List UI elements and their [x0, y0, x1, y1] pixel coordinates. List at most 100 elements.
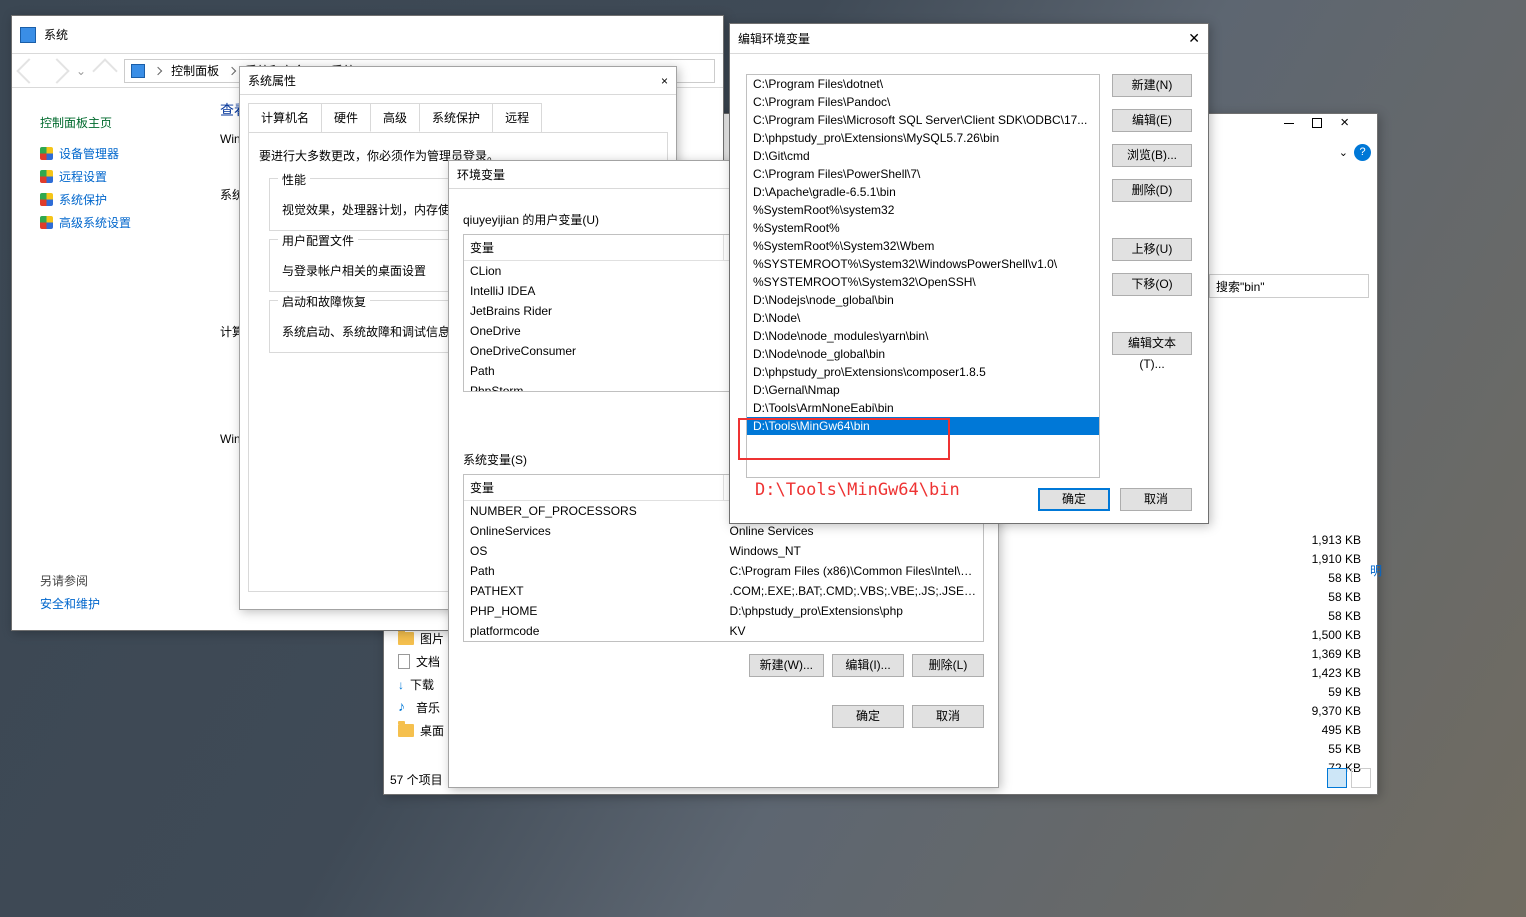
file-size: 1,500 KB: [1271, 628, 1361, 647]
new-button[interactable]: 新建(W)...: [749, 654, 824, 677]
file-size: 58 KB: [1271, 609, 1361, 628]
list-item[interactable]: D:\Node\: [747, 309, 1099, 327]
file-size: 1,910 KB: [1271, 552, 1361, 571]
tab-2[interactable]: 高级: [370, 103, 420, 132]
list-item[interactable]: D:\Apache\gradle-6.5.1\bin: [747, 183, 1099, 201]
cancel-button[interactable]: 取消: [1120, 488, 1192, 511]
list-item[interactable]: C:\Program Files\Microsoft SQL Server\Cl…: [747, 111, 1099, 129]
system-icon: [20, 27, 36, 43]
crumb[interactable]: 控制面板: [171, 62, 219, 79]
cancel-button[interactable]: 取消: [912, 705, 984, 728]
list-item[interactable]: %SYSTEMROOT%\System32\OpenSSH\: [747, 273, 1099, 291]
file-size: 1,913 KB: [1271, 533, 1361, 552]
help-icon[interactable]: ?: [1354, 144, 1371, 161]
tab-4[interactable]: 远程: [492, 103, 542, 132]
file-size: 495 KB: [1271, 723, 1361, 742]
window-controls: ×: [1284, 118, 1373, 128]
extra-tab[interactable]: 明: [1370, 562, 1382, 579]
footer-link[interactable]: 安全和维护: [40, 595, 100, 612]
shield-icon: [40, 193, 53, 206]
up-icon[interactable]: [92, 58, 117, 83]
file-size: 72 KB: [1271, 761, 1361, 780]
music-icon: ♪: [398, 700, 410, 715]
close-icon[interactable]: ×: [1340, 118, 1349, 128]
view-toggle: [1327, 768, 1371, 788]
window-header: 系统: [12, 16, 723, 54]
pc-icon: [131, 64, 145, 78]
edit-button[interactable]: 编辑(I)...: [832, 654, 904, 677]
list-item[interactable]: %SystemRoot%: [747, 219, 1099, 237]
list-item[interactable]: %SystemRoot%\System32\Wbem: [747, 237, 1099, 255]
table-row[interactable]: PHP_HOMED:\phpstudy_pro\Extensions\php: [464, 601, 983, 621]
forward-icon[interactable]: [44, 58, 69, 83]
window-title: 系统: [44, 26, 68, 43]
browse-button[interactable]: 浏览(B)...: [1112, 144, 1192, 167]
col-var[interactable]: 变量: [464, 475, 724, 500]
list-item[interactable]: C:\Program Files\PowerShell\7\: [747, 165, 1099, 183]
side-link[interactable]: 设备管理器: [40, 145, 212, 162]
minimize-icon[interactable]: [1284, 123, 1294, 124]
back-icon[interactable]: [16, 58, 41, 83]
maximize-icon[interactable]: [1312, 118, 1322, 128]
tab-0[interactable]: 计算机名: [248, 103, 322, 132]
tabs: 计算机名硬件高级系统保护远程: [240, 95, 676, 132]
file-size: 58 KB: [1271, 590, 1361, 609]
delete-button[interactable]: 删除(L): [912, 654, 984, 677]
table-row[interactable]: platformcodeKV: [464, 621, 983, 641]
file-size: 58 KB: [1271, 571, 1361, 590]
col-var[interactable]: 变量: [464, 235, 724, 260]
list-item[interactable]: C:\Program Files\Pandoc\: [747, 93, 1099, 111]
detail-view-icon[interactable]: [1327, 768, 1347, 788]
chevron-down-icon[interactable]: ⌄: [1339, 146, 1348, 159]
file-icon: [398, 654, 410, 669]
edit-env-dialog: 编辑环境变量 ✕ C:\Program Files\dotnet\C:\Prog…: [729, 23, 1209, 524]
chevron-icon: [154, 66, 162, 74]
list-item[interactable]: D:\Git\cmd: [747, 147, 1099, 165]
movedown-button[interactable]: 下移(O): [1112, 273, 1192, 296]
shield-icon: [40, 170, 53, 183]
close-icon[interactable]: ✕: [1160, 30, 1200, 47]
table-row[interactable]: OSWindows_NT: [464, 541, 983, 561]
side-buttons: 新建(N) 编辑(E) 浏览(B)... 删除(D) 上移(U) 下移(O) 编…: [1112, 74, 1192, 355]
delete-button[interactable]: 删除(D): [1112, 179, 1192, 202]
folder-icon: [398, 724, 414, 737]
large-view-icon[interactable]: [1351, 768, 1371, 788]
list-item[interactable]: D:\Tools\MinGw64\bin: [747, 417, 1099, 435]
dialog-title: 系统属性: [248, 72, 628, 89]
list-item[interactable]: C:\Program Files\dotnet\: [747, 75, 1099, 93]
table-row[interactable]: PATHEXT.COM;.EXE;.BAT;.CMD;.VBS;.VBE;.JS…: [464, 581, 983, 601]
ok-button[interactable]: 确定: [832, 705, 904, 728]
list-item[interactable]: D:\Tools\ArmNoneEabi\bin: [747, 399, 1099, 417]
side-link[interactable]: 远程设置: [40, 168, 212, 185]
ok-button[interactable]: 确定: [1038, 488, 1110, 511]
edittext-button[interactable]: 编辑文本(T)...: [1112, 332, 1192, 355]
dialog-title: 编辑环境变量: [738, 30, 1160, 47]
shield-icon: [40, 147, 53, 160]
file-size: 59 KB: [1271, 685, 1361, 704]
control-panel-home[interactable]: 控制面板主页: [40, 114, 212, 131]
table-row[interactable]: PathC:\Program Files (x86)\Common Files\…: [464, 561, 983, 581]
side-link[interactable]: 系统保护: [40, 191, 212, 208]
footer-title: 另请参阅: [40, 572, 100, 589]
edit-button[interactable]: 编辑(E): [1112, 109, 1192, 132]
status-bar: 57 个项目: [390, 771, 443, 788]
list-item[interactable]: D:\Nodejs\node_global\bin: [747, 291, 1099, 309]
path-list[interactable]: C:\Program Files\dotnet\C:\Program Files…: [746, 74, 1100, 478]
list-item[interactable]: %SYSTEMROOT%\System32\WindowsPowerShell\…: [747, 255, 1099, 273]
side-link[interactable]: 高级系统设置: [40, 214, 212, 231]
list-item[interactable]: D:\Gernal\Nmap: [747, 381, 1099, 399]
new-button[interactable]: 新建(N): [1112, 74, 1192, 97]
tab-3[interactable]: 系统保护: [419, 103, 493, 132]
list-item[interactable]: D:\phpstudy_pro\Extensions\MySQL5.7.26\b…: [747, 129, 1099, 147]
search-input[interactable]: 搜索"bin": [1209, 274, 1369, 298]
list-item[interactable]: D:\phpstudy_pro\Extensions\composer1.8.5: [747, 363, 1099, 381]
list-item[interactable]: D:\Node\node_global\bin: [747, 345, 1099, 363]
tab-1[interactable]: 硬件: [321, 103, 371, 132]
download-icon: ↓: [398, 678, 404, 692]
list-item[interactable]: D:\Node\node_modules\yarn\bin\: [747, 327, 1099, 345]
chevron-icon: [228, 66, 236, 74]
table-row[interactable]: OnlineServicesOnline Services: [464, 521, 983, 541]
list-item[interactable]: %SystemRoot%\system32: [747, 201, 1099, 219]
moveup-button[interactable]: 上移(U): [1112, 238, 1192, 261]
close-icon[interactable]: ×: [628, 74, 668, 88]
